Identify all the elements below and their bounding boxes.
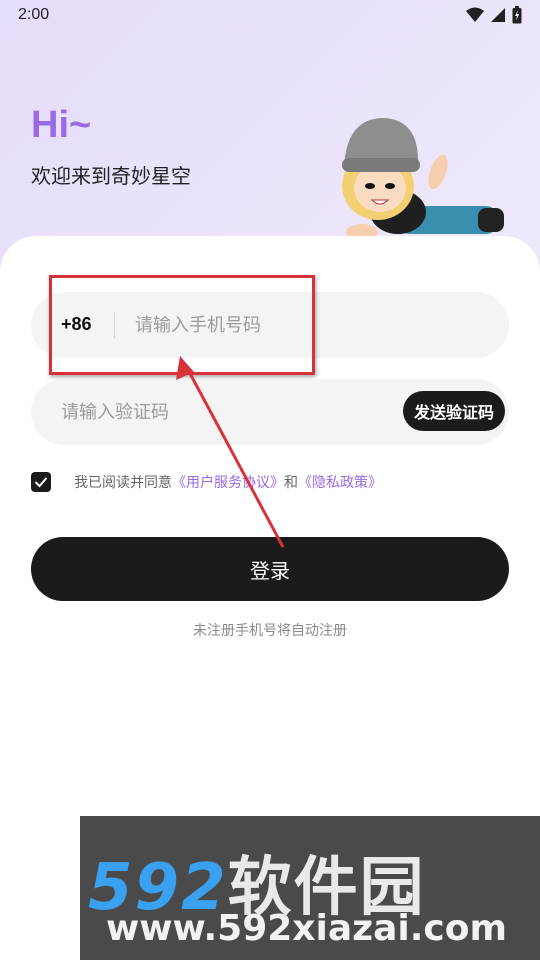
watermark-url: www.592xiazai.com [106, 908, 507, 949]
status-time: 2:00 [18, 6, 50, 23]
signal-icon [491, 8, 505, 22]
login-button[interactable]: 登录 [31, 537, 509, 601]
annotation-highlight-box [49, 275, 315, 375]
agreement-row: 我已阅读并同意《用户服务协议》和《隐私政策》 [31, 472, 382, 492]
agreement-text: 我已阅读并同意《用户服务协议》和《隐私政策》 [74, 472, 382, 492]
watermark-banner: 592软件园 www.592xiazai.com [80, 816, 540, 960]
check-icon [34, 477, 48, 488]
greeting-title: Hi~ [31, 104, 92, 146]
verification-code-field: 发送验证码 [31, 379, 509, 445]
send-code-button[interactable]: 发送验证码 [403, 391, 505, 431]
agreement-prefix: 我已阅读并同意 [74, 475, 172, 491]
verification-code-input[interactable] [61, 393, 361, 431]
wifi-icon [466, 7, 484, 22]
welcome-text: 欢迎来到奇妙星空 [31, 164, 191, 188]
status-bar: 2:00 [0, 0, 540, 32]
agreement-checkbox[interactable] [31, 472, 51, 492]
agreement-conjunction: 和 [284, 475, 298, 491]
privacy-link[interactable]: 《隐私政策》 [298, 475, 382, 491]
status-icons [466, 6, 522, 24]
battery-icon [512, 6, 522, 24]
auto-register-hint: 未注册手机号将自动注册 [193, 623, 347, 639]
terms-link[interactable]: 《用户服务协议》 [172, 475, 284, 491]
